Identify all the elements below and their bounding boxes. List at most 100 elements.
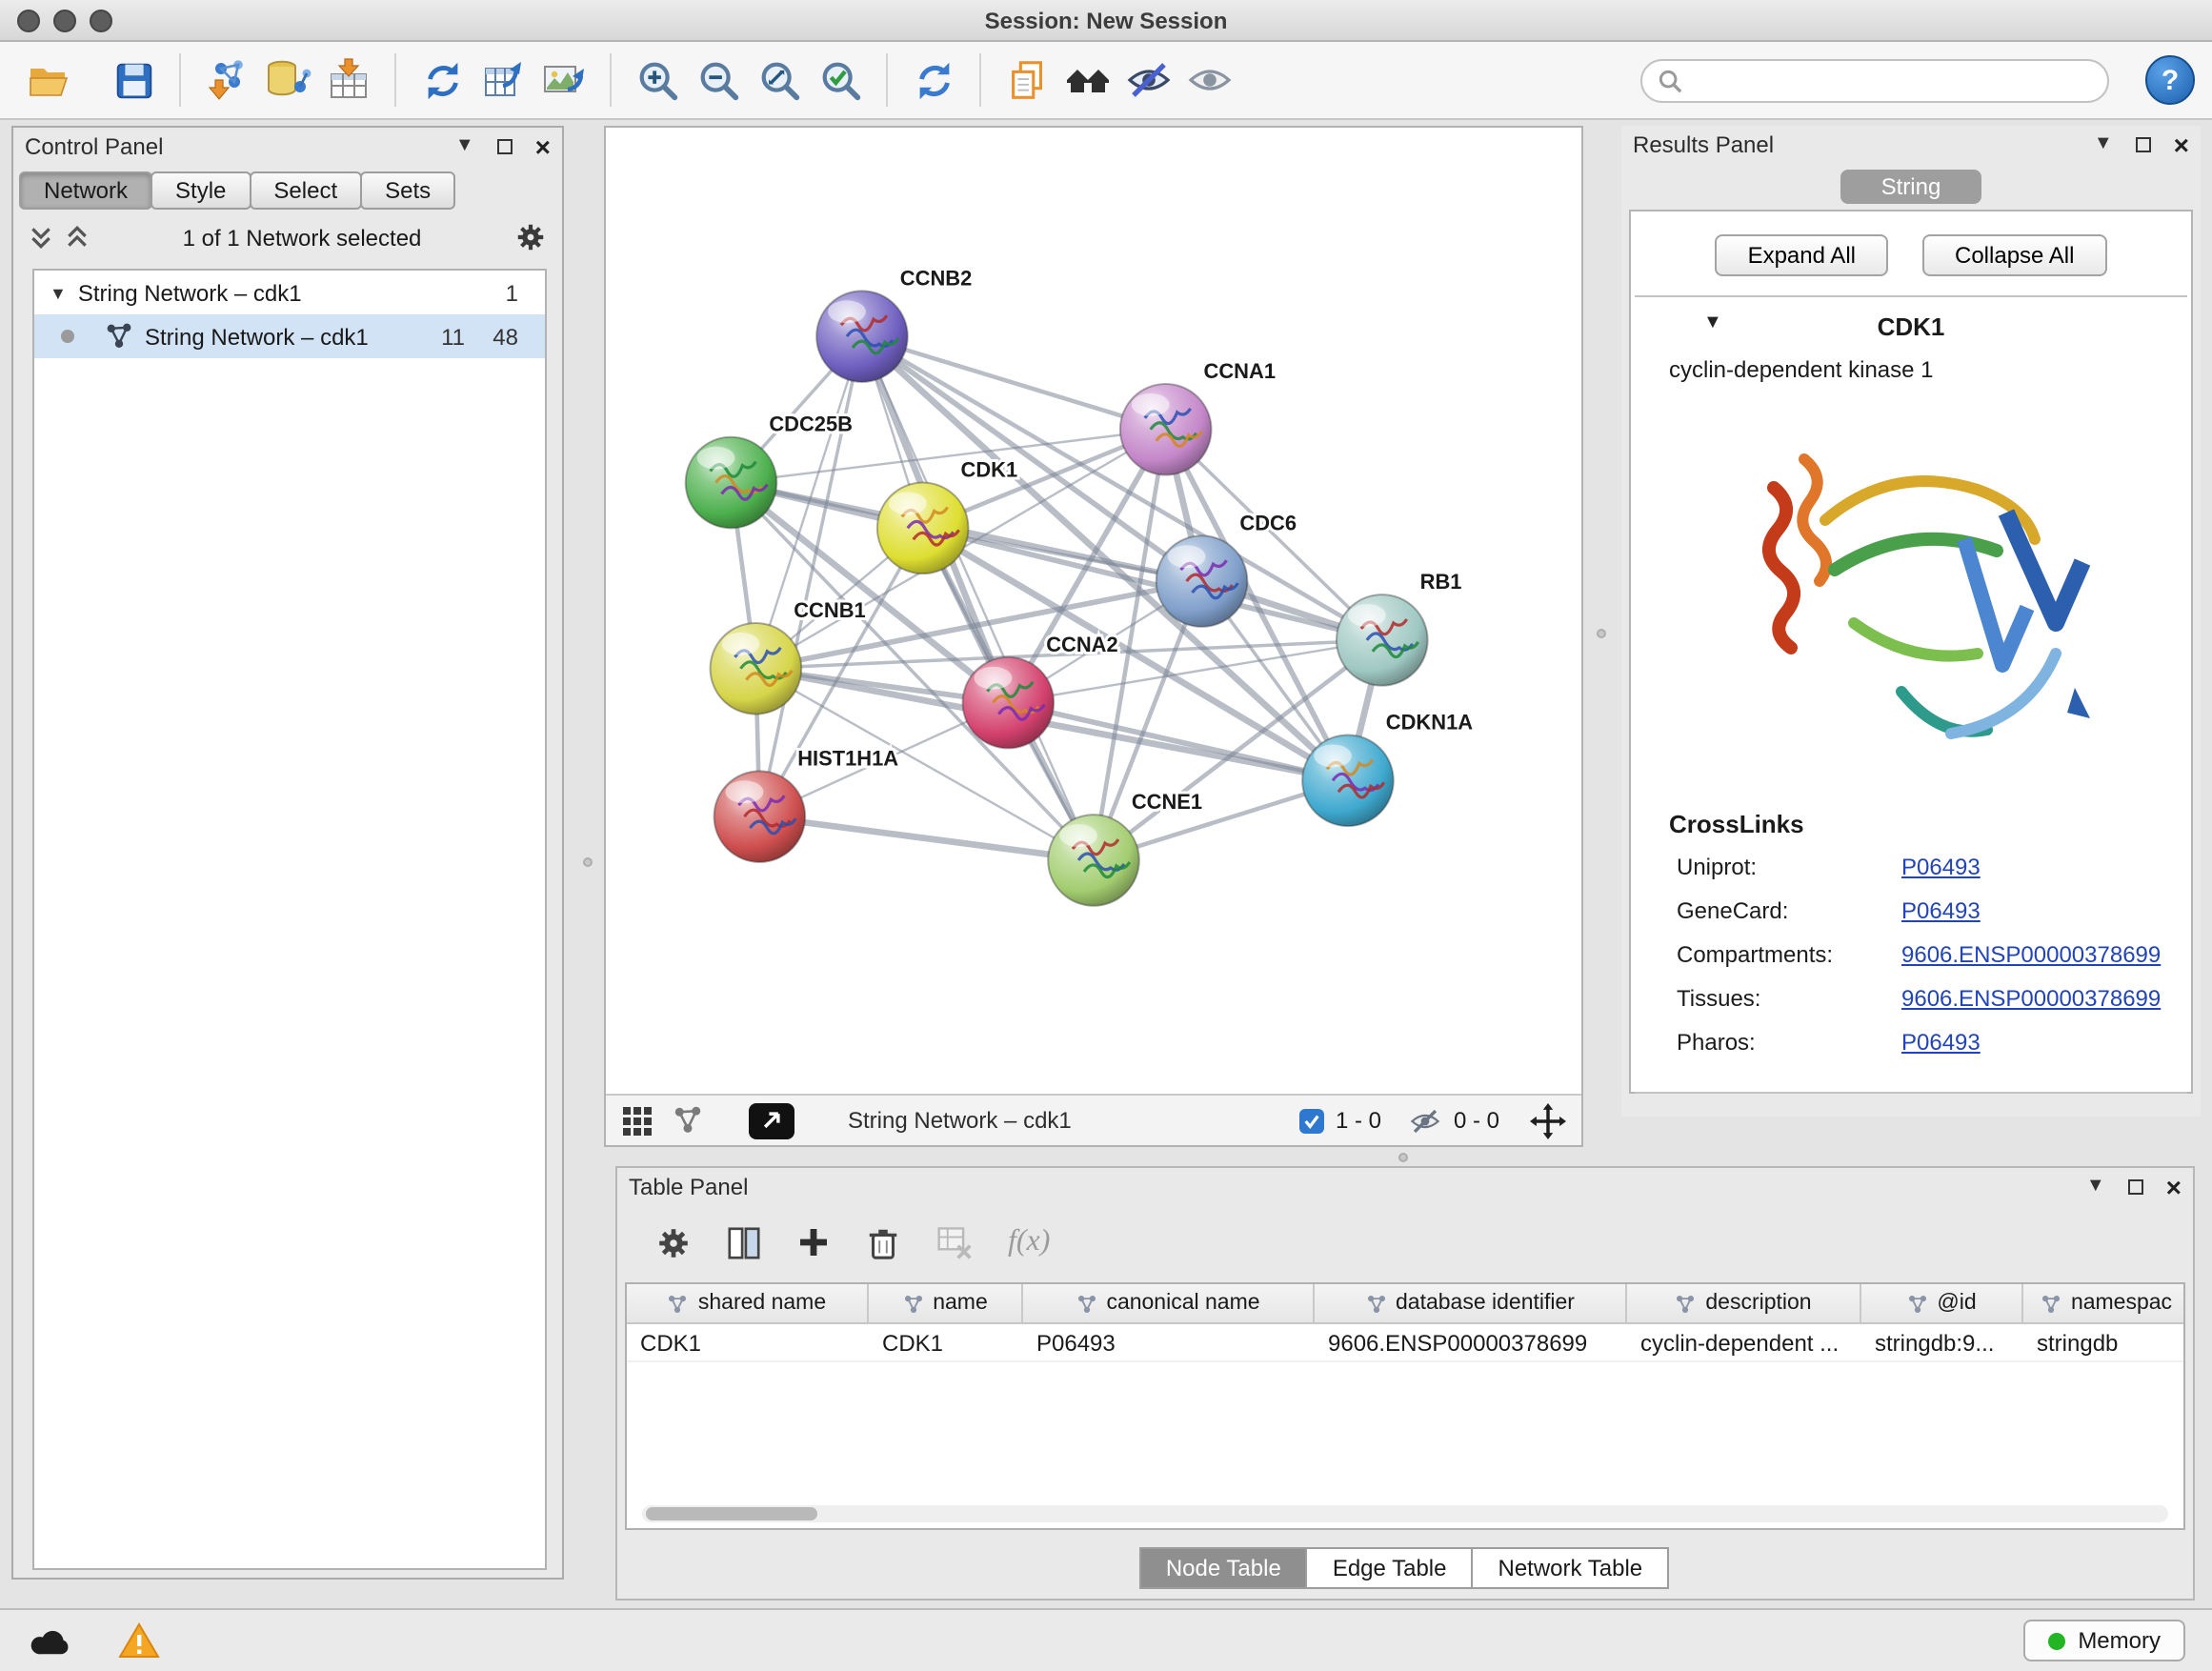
network-node-hist1h1a[interactable] bbox=[714, 771, 806, 862]
column-header-database-identifier[interactable]: database identifier bbox=[1315, 1284, 1627, 1322]
tab-network-table[interactable]: Network Table bbox=[1472, 1547, 1670, 1589]
column-header-namespac[interactable]: namespac bbox=[2023, 1284, 2185, 1322]
collapse-all-button[interactable]: Collapse All bbox=[1922, 234, 2106, 276]
network-row[interactable]: String Network – cdk1 11 48 bbox=[34, 314, 545, 358]
clone-network-button[interactable] bbox=[996, 50, 1057, 111]
show-columns-icon[interactable] bbox=[726, 1224, 762, 1260]
close-panel-icon[interactable]: × bbox=[535, 133, 551, 160]
zoom-in-button[interactable] bbox=[627, 50, 688, 111]
column-header-description[interactable]: description bbox=[1627, 1284, 1861, 1322]
detach-view-button[interactable] bbox=[749, 1102, 794, 1138]
splitter-handle[interactable] bbox=[1597, 629, 1606, 638]
network-edge-hist1h1a-ccne1[interactable] bbox=[759, 816, 1094, 860]
import-table-button[interactable] bbox=[318, 50, 379, 111]
apply-layout-button[interactable] bbox=[412, 50, 473, 111]
collapse-all-icon[interactable] bbox=[29, 225, 53, 250]
network-node-ccne1[interactable] bbox=[1048, 815, 1139, 906]
tab-select[interactable]: Select bbox=[249, 171, 362, 210]
gear-icon[interactable] bbox=[514, 221, 547, 253]
tab-network[interactable]: Network bbox=[19, 171, 152, 210]
hide-selected-button[interactable] bbox=[1118, 50, 1179, 111]
open-session-button[interactable] bbox=[19, 50, 80, 111]
crosslinks-title: CrossLinks bbox=[1669, 810, 2187, 838]
delete-table-icon[interactable] bbox=[935, 1223, 974, 1261]
network-node-cdk1[interactable] bbox=[877, 483, 969, 574]
expand-all-icon[interactable] bbox=[65, 225, 90, 250]
minimize-window-button[interactable] bbox=[53, 10, 76, 32]
protein-section-header[interactable]: ▼ CDK1 bbox=[1635, 297, 2187, 352]
search-input[interactable] bbox=[1694, 68, 2092, 94]
show-all-button[interactable] bbox=[1179, 50, 1240, 111]
tab-sets[interactable]: Sets bbox=[360, 171, 455, 210]
selected-checkbox-icon[interactable] bbox=[1299, 1108, 1324, 1133]
export-table-button[interactable] bbox=[473, 50, 533, 111]
crosslink-value-link[interactable]: P06493 bbox=[1901, 897, 1981, 924]
splitter-handle[interactable] bbox=[1398, 1153, 1408, 1162]
float-panel-icon[interactable] bbox=[2128, 1179, 2143, 1195]
function-builder-button[interactable]: f(x) bbox=[1008, 1225, 1050, 1259]
column-header--id[interactable]: @id bbox=[1861, 1284, 2023, 1322]
show-overview-button[interactable] bbox=[1057, 50, 1118, 111]
close-panel-icon[interactable]: × bbox=[2166, 1174, 2182, 1200]
panel-menu-icon[interactable]: ▼ bbox=[455, 137, 474, 156]
close-window-button[interactable] bbox=[17, 10, 40, 32]
network-edge-ccnb2-ccna1[interactable] bbox=[862, 336, 1166, 430]
cloud-icon[interactable] bbox=[27, 1622, 76, 1659]
table-row[interactable]: CDK1CDK1P064939606.ENSP00000378699cyclin… bbox=[627, 1324, 2183, 1362]
tab-style[interactable]: Style bbox=[151, 171, 251, 210]
crosslink-value-link[interactable]: 9606.ENSP00000378699 bbox=[1901, 941, 2161, 968]
column-header-name[interactable]: name bbox=[869, 1284, 1023, 1322]
crosslink-value-link[interactable]: P06493 bbox=[1901, 1029, 1981, 1056]
zoom-out-button[interactable] bbox=[688, 50, 749, 111]
save-session-button[interactable] bbox=[103, 50, 164, 111]
close-panel-icon[interactable]: × bbox=[2174, 131, 2189, 158]
pan-crosshair-icon[interactable] bbox=[1530, 1102, 1566, 1138]
maximize-window-button[interactable] bbox=[90, 10, 112, 32]
float-panel-icon[interactable] bbox=[497, 139, 513, 154]
delete-column-trash-icon[interactable] bbox=[865, 1224, 901, 1260]
network-canvas[interactable]: CCNB2CCNA1CDC25BCDK1CDC6RB1CCNB1CCNA2CDK… bbox=[606, 128, 1581, 1094]
network-node-ccna1[interactable] bbox=[1120, 384, 1212, 475]
zoom-fit-button[interactable] bbox=[749, 50, 810, 111]
help-button[interactable]: ? bbox=[2145, 55, 2195, 105]
column-header-shared-name[interactable]: shared name bbox=[627, 1284, 869, 1322]
table-horizontal-scrollbar[interactable] bbox=[642, 1505, 2168, 1522]
collapse-section-icon[interactable]: ▼ bbox=[1703, 312, 1722, 333]
scrollbar-thumb[interactable] bbox=[646, 1507, 817, 1520]
import-network-file-button[interactable] bbox=[196, 50, 257, 111]
network-node-cdc6[interactable] bbox=[1156, 535, 1248, 627]
float-panel-icon[interactable] bbox=[2136, 137, 2151, 152]
network-collection-row[interactable]: ▼ String Network – cdk1 1 bbox=[34, 271, 545, 314]
tree-expand-icon[interactable]: ▼ bbox=[50, 283, 67, 302]
zoom-selected-button[interactable] bbox=[810, 50, 871, 111]
crosslink-value-link[interactable]: P06493 bbox=[1901, 854, 1981, 880]
hidden-eye-slash-icon[interactable] bbox=[1408, 1106, 1442, 1135]
export-image-button[interactable] bbox=[533, 50, 594, 111]
network-view-icon[interactable] bbox=[673, 1105, 703, 1136]
column-header-canonical-name[interactable]: canonical name bbox=[1023, 1284, 1315, 1322]
network-node-cdc25b[interactable] bbox=[686, 437, 777, 529]
splitter-handle[interactable] bbox=[583, 857, 593, 867]
table-settings-gear-icon[interactable] bbox=[655, 1224, 692, 1260]
tab-node-table[interactable]: Node Table bbox=[1139, 1547, 1308, 1589]
panel-menu-icon[interactable]: ▼ bbox=[2094, 135, 2113, 154]
panel-menu-icon[interactable]: ▼ bbox=[2086, 1178, 2105, 1197]
network-edge-ccna2-cdkn1a[interactable] bbox=[1008, 703, 1348, 781]
network-node-rb1[interactable] bbox=[1337, 594, 1428, 686]
toolbar-search[interactable] bbox=[1640, 59, 2109, 103]
network-node-cdkn1a[interactable] bbox=[1302, 735, 1394, 826]
grid-view-icon[interactable] bbox=[621, 1104, 654, 1137]
tab-string[interactable]: String bbox=[1840, 170, 1981, 204]
network-node-ccnb2[interactable] bbox=[816, 291, 908, 382]
warning-icon[interactable] bbox=[118, 1621, 160, 1660]
network-node-ccnb1[interactable] bbox=[711, 623, 802, 715]
memory-button[interactable]: Memory bbox=[2022, 1620, 2185, 1661]
import-network-database-button[interactable] bbox=[257, 50, 318, 111]
crosslink-value-link[interactable]: 9606.ENSP00000378699 bbox=[1901, 985, 2161, 1012]
network-edge-ccnb2-ccne1[interactable] bbox=[862, 336, 1094, 860]
tab-edge-table[interactable]: Edge Table bbox=[1306, 1547, 1474, 1589]
network-node-ccna2[interactable] bbox=[963, 657, 1055, 749]
add-column-icon[interactable] bbox=[796, 1225, 831, 1259]
expand-all-button[interactable]: Expand All bbox=[1716, 234, 1888, 276]
refresh-view-button[interactable] bbox=[903, 50, 964, 111]
